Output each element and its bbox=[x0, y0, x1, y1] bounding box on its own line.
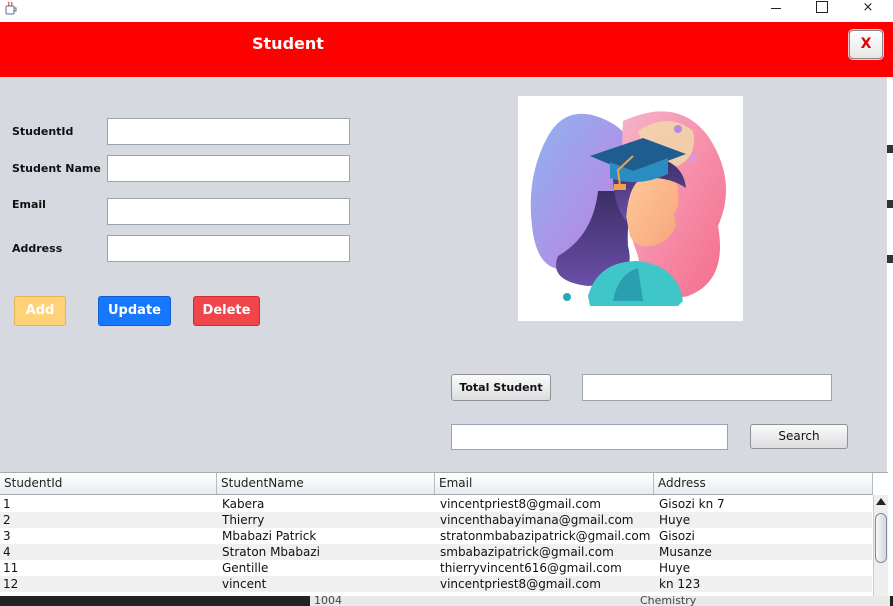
cell-studentid: 11 bbox=[3, 561, 19, 575]
table-row[interactable]: 12 vincent vincentpriest8@gmail.com kn 1… bbox=[0, 576, 872, 592]
student-id-field[interactable] bbox=[107, 118, 350, 145]
table-row[interactable]: 11 Gentille thierryvincent616@gmail.com … bbox=[0, 560, 872, 576]
java-cup-icon bbox=[5, 1, 17, 15]
email-label: Email bbox=[12, 198, 46, 211]
window-close-button[interactable]: × bbox=[845, 0, 891, 18]
cell-studentid: 2 bbox=[3, 513, 11, 527]
graduate-illustration bbox=[518, 96, 743, 321]
cell-address: Huye bbox=[659, 561, 691, 575]
add-button[interactable]: Add bbox=[14, 296, 66, 326]
cell-studentid: 1 bbox=[3, 497, 11, 511]
graduate-illustration-icon bbox=[530, 111, 726, 306]
cell-address: Gisozi bbox=[659, 529, 695, 543]
column-header-address[interactable]: Address bbox=[654, 473, 873, 494]
background-window-edge-mark bbox=[887, 145, 893, 153]
student-name-label: Student Name bbox=[12, 162, 101, 175]
cell-address: Gisozi kn 7 bbox=[659, 497, 725, 511]
cell-address: kn 123 bbox=[659, 577, 701, 591]
table-row[interactable]: 4 Straton Mbabazi smbabazipatrick@gmail.… bbox=[0, 544, 872, 560]
cell-studentname: Kabera bbox=[222, 497, 265, 511]
total-student-button[interactable]: Total Student bbox=[451, 374, 551, 401]
delete-button[interactable]: Delete bbox=[193, 296, 260, 326]
cell-email: stratonmbabazipatrick@gmail.com bbox=[440, 529, 650, 543]
column-header-studentid[interactable]: StudentId bbox=[0, 473, 217, 494]
update-button[interactable]: Update bbox=[98, 296, 171, 326]
app-header: Student X bbox=[0, 22, 893, 77]
cell-studentname: Straton Mbabazi bbox=[222, 545, 321, 559]
search-input[interactable] bbox=[451, 424, 728, 450]
cell-email: vincenthabayimana@gmail.com bbox=[440, 513, 634, 527]
background-window-bottom-light bbox=[310, 596, 890, 606]
student-id-label: StudentId bbox=[12, 125, 74, 138]
scroll-up-arrow-icon[interactable] bbox=[876, 498, 886, 505]
search-button[interactable]: Search bbox=[750, 424, 848, 449]
cell-email: thierryvincent616@gmail.com bbox=[440, 561, 622, 575]
column-header-studentname[interactable]: StudentName bbox=[217, 473, 435, 494]
cell-email: vincentpriest8@gmail.com bbox=[440, 497, 601, 511]
cell-address: Huye bbox=[659, 513, 691, 527]
cell-studentid: 3 bbox=[3, 529, 11, 543]
page-title: Student bbox=[252, 34, 324, 53]
cell-studentid: 12 bbox=[3, 577, 19, 591]
minimize-button[interactable] bbox=[752, 0, 798, 18]
cell-email: vincentpriest8@gmail.com bbox=[440, 577, 601, 591]
os-title-bar: × bbox=[0, 0, 893, 22]
cell-studentname: Gentille bbox=[222, 561, 269, 575]
maximize-button[interactable] bbox=[798, 0, 844, 18]
student-name-field[interactable] bbox=[107, 155, 350, 182]
table-vertical-scrollbar[interactable] bbox=[873, 495, 888, 597]
table-row[interactable]: 1 Kabera vincentpriest8@gmail.com Gisozi… bbox=[0, 496, 872, 512]
background-window-text: Chemistry bbox=[640, 594, 697, 606]
cell-studentname: Mbabazi Patrick bbox=[222, 529, 317, 543]
students-table: StudentId StudentName Email Address 1 Ka… bbox=[0, 472, 888, 597]
address-field[interactable] bbox=[107, 235, 350, 262]
table-row[interactable]: 3 Mbabazi Patrick stratonmbabazipatrick@… bbox=[0, 528, 872, 544]
total-student-field[interactable] bbox=[582, 374, 832, 401]
email-field[interactable] bbox=[107, 198, 350, 225]
background-window-edge-mark bbox=[887, 255, 893, 263]
close-form-button[interactable]: X bbox=[849, 30, 883, 59]
table-header: StudentId StudentName Email Address bbox=[0, 473, 873, 495]
background-window-edge-mark bbox=[887, 200, 893, 208]
cell-studentid: 4 bbox=[3, 545, 11, 559]
scrollbar-thumb[interactable] bbox=[875, 513, 887, 563]
cell-address: Musanze bbox=[659, 545, 712, 559]
background-window-text: 1004 bbox=[314, 594, 342, 606]
cell-email: smbabazipatrick@gmail.com bbox=[440, 545, 614, 559]
cell-studentname: Thierry bbox=[222, 513, 265, 527]
address-label: Address bbox=[12, 242, 63, 255]
table-row[interactable]: 2 Thierry vincenthabayimana@gmail.com Hu… bbox=[0, 512, 872, 528]
column-header-email[interactable]: Email bbox=[435, 473, 654, 494]
cell-studentname: vincent bbox=[222, 577, 267, 591]
